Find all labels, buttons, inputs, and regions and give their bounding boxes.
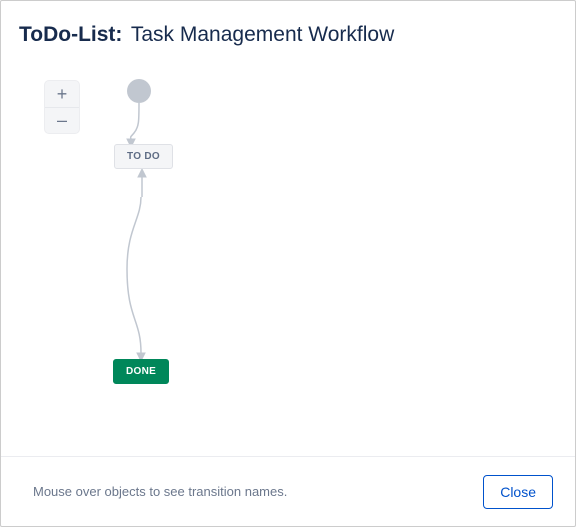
start-node[interactable] — [127, 79, 151, 103]
status-label: TO DO — [127, 151, 160, 162]
workflow-canvas[interactable]: + – TO DO DONE — [1, 59, 575, 439]
close-button-label: Close — [500, 484, 536, 500]
minus-icon: – — [57, 110, 67, 131]
workflow-dialog: ToDo-List: Task Management Workflow + – … — [0, 0, 576, 527]
status-node-todo[interactable]: TO DO — [114, 144, 173, 169]
plus-icon: + — [57, 84, 68, 105]
dialog-header: ToDo-List: Task Management Workflow — [1, 1, 575, 59]
header-prefix: ToDo-List: — [19, 23, 122, 46]
dialog-footer: Mouse over objects to see transition nam… — [1, 456, 575, 526]
header-title: Task Management Workflow — [131, 23, 394, 46]
zoom-controls: + – — [45, 81, 79, 133]
zoom-in-button[interactable]: + — [45, 81, 79, 107]
edge-start-to-todo — [116, 103, 156, 147]
edge-todo-to-done — [119, 169, 159, 361]
close-button[interactable]: Close — [483, 475, 553, 509]
status-node-done[interactable]: DONE — [113, 359, 169, 384]
zoom-out-button[interactable]: – — [45, 107, 79, 133]
footer-hint: Mouse over objects to see transition nam… — [33, 484, 287, 499]
status-label: DONE — [126, 366, 156, 377]
